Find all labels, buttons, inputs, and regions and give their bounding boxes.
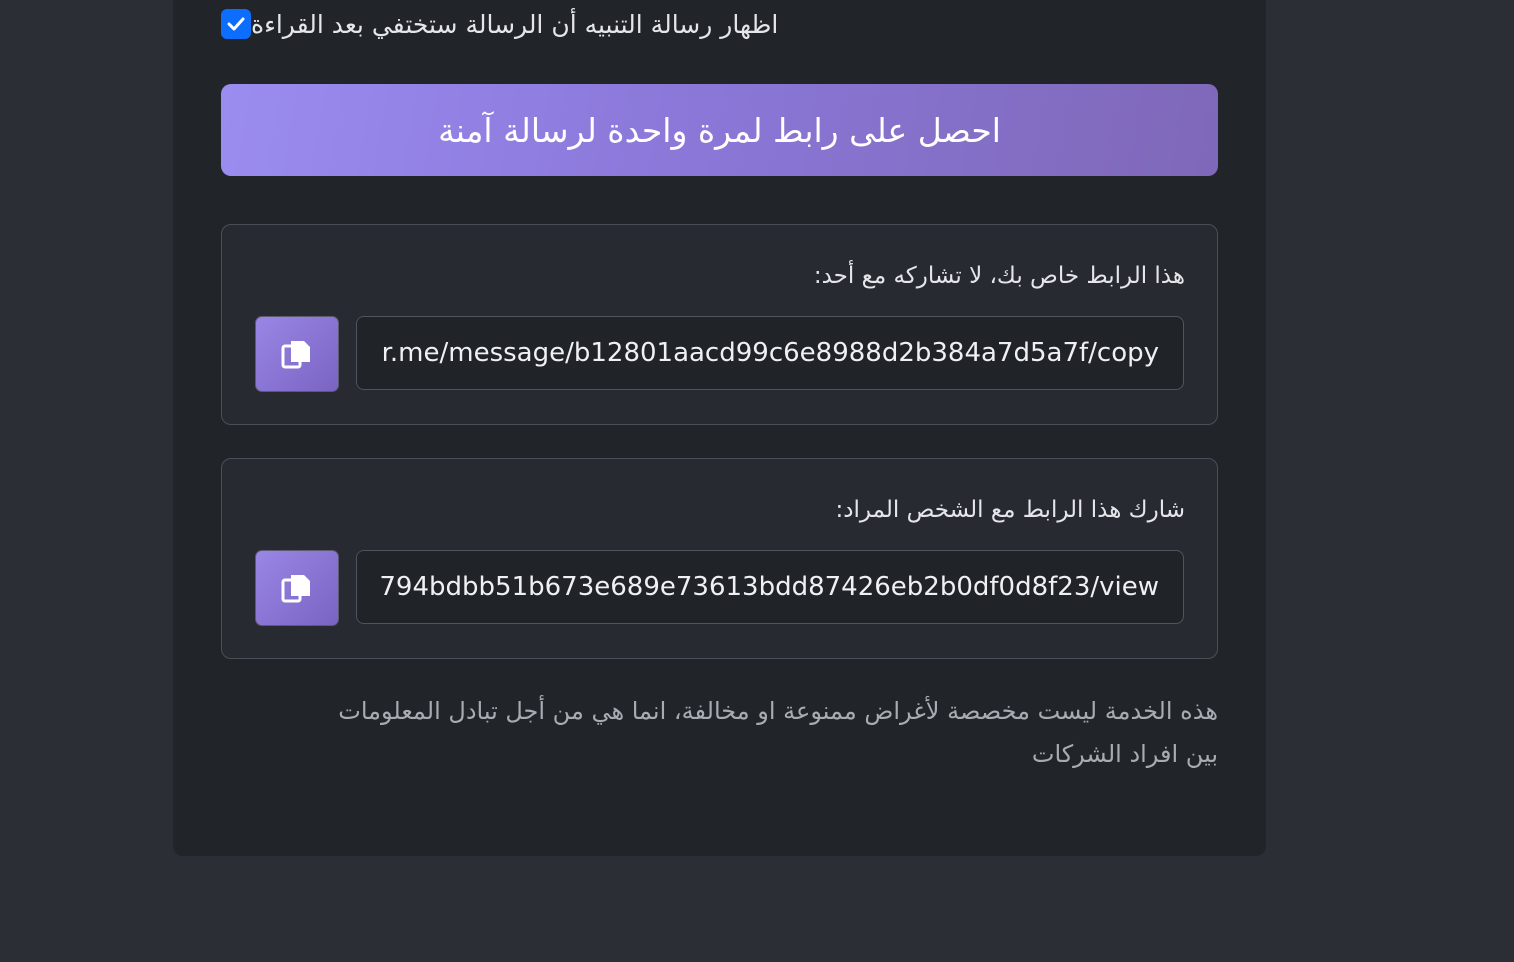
page: اظهار رسالة التنبيه أن الرسالة ستختفي بع… — [0, 0, 1514, 962]
get-link-button[interactable]: احصل على رابط لمرة واحدة لرسالة آمنة — [221, 84, 1218, 176]
disclaimer-text: هذه الخدمة ليست مخصصة لأغراض ممنوعة او م… — [338, 697, 1218, 768]
private-link-url: r.me/message/b12801aacd99c6e8988d2b384a7… — [381, 338, 1159, 368]
private-link-field[interactable]: r.me/message/b12801aacd99c6e8988d2b384a7… — [356, 316, 1184, 390]
share-link-url: c794bdbb51b673e689e73613bdd87426eb2b0df0… — [365, 572, 1159, 602]
share-link-field[interactable]: c794bdbb51b673e689e73613bdd87426eb2b0df0… — [356, 550, 1184, 624]
copy-private-link-button[interactable] — [255, 316, 339, 392]
share-link-label: شارك هذا الرابط مع الشخص المراد: — [835, 497, 1185, 523]
field-fade — [357, 317, 381, 389]
share-link-box: شارك هذا الرابط مع الشخص المراد: c794bdb… — [221, 458, 1218, 659]
field-fade — [357, 551, 381, 623]
check-icon — [227, 17, 245, 31]
alert-option-row: اظهار رسالة التنبيه أن الرسالة ستختفي بع… — [221, 6, 1218, 42]
private-link-label: هذا الرابط خاص بك، لا تشاركه مع أحد: — [813, 263, 1185, 289]
private-link-box: هذا الرابط خاص بك، لا تشاركه مع أحد: r.m… — [221, 224, 1218, 425]
copy-icon — [281, 341, 310, 369]
alert-checkbox[interactable] — [221, 9, 251, 39]
alert-checkbox-label[interactable]: اظهار رسالة التنبيه أن الرسالة ستختفي بع… — [251, 10, 778, 39]
copy-share-link-button[interactable] — [255, 550, 339, 626]
copy-icon — [281, 575, 310, 603]
